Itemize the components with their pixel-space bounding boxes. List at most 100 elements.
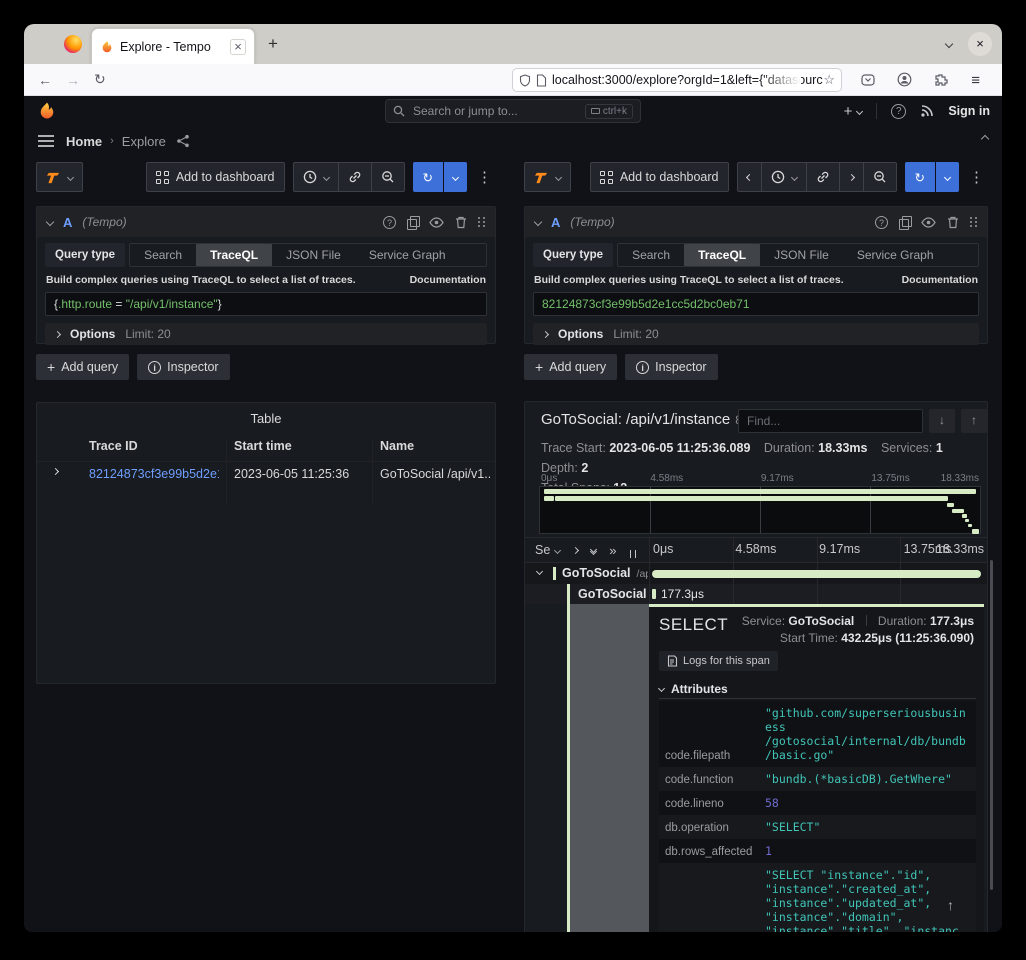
news-rss-icon[interactable] [920, 104, 934, 118]
logs-for-span-button[interactable]: Logs for this span [659, 651, 778, 671]
forward-icon[interactable]: → [66, 72, 80, 88]
table-row[interactable]: 82124873cf3e99b5d2e1... 2023-06-05 11:25… [37, 461, 495, 485]
span-row-root[interactable]: GoToSocial/api/ [525, 563, 987, 584]
drag-handle-icon[interactable] [970, 217, 977, 228]
duplicate-query-icon[interactable] [899, 216, 910, 228]
find-input[interactable] [739, 410, 922, 432]
collapse-query-icon[interactable] [534, 218, 542, 226]
span-bar-select[interactable] [652, 589, 656, 599]
account-icon[interactable] [897, 72, 912, 87]
span-row-select[interactable]: GoToSocial 177.3μs [525, 584, 987, 604]
time-shift-forward[interactable] [839, 162, 864, 192]
duplicate-query-icon[interactable] [407, 216, 418, 228]
search-input[interactable] [411, 103, 585, 119]
query-header-left[interactable]: A (Tempo) ? [37, 207, 495, 237]
extension-puzzle-icon[interactable] [934, 73, 948, 87]
add-to-dashboard-button-right[interactable]: Add to dashboard [590, 162, 729, 192]
inspector-button-right[interactable]: iInspector [625, 354, 717, 380]
copy-time-link-left[interactable] [338, 162, 372, 192]
url-field[interactable]: localhost:3000/explore?orgId=1&left={"da… [512, 68, 842, 92]
expand-all-icon[interactable]: » [609, 543, 616, 558]
drag-handle-icon[interactable] [478, 217, 485, 228]
time-shift-back[interactable] [737, 162, 762, 192]
tab-traceql[interactable]: TraceQL [684, 244, 760, 266]
search-box[interactable]: ctrl+k [385, 99, 641, 123]
tab-json-file[interactable]: JSON File [760, 244, 843, 266]
delete-query-trash-icon[interactable] [455, 216, 467, 229]
query-help-icon[interactable]: ? [875, 216, 888, 229]
tab-search[interactable]: Search [130, 244, 196, 266]
options-row-left[interactable]: Options Limit: 20 [45, 323, 487, 345]
options-row-right[interactable]: Options Limit: 20 [533, 323, 979, 345]
scroll-to-top-icon[interactable]: ↑ [947, 897, 954, 913]
share-icon[interactable] [176, 134, 190, 148]
tab-service-graph[interactable]: Service Graph [355, 244, 460, 266]
tab-close-icon[interactable]: × [230, 39, 246, 55]
traceql-query-input-left[interactable]: {.http.route = "/api/v1/instance"} [45, 292, 487, 316]
list-tabs-icon[interactable] [945, 40, 953, 48]
span-collapse-icon[interactable] [536, 568, 543, 575]
service-operation-dropdown[interactable]: Se [535, 543, 560, 557]
collapse-all-icon[interactable] [591, 547, 596, 554]
attributes-header[interactable]: Attributes [659, 679, 976, 699]
zoom-out-button-left[interactable] [371, 162, 405, 192]
query-help-icon[interactable]: ? [383, 216, 396, 229]
back-icon[interactable]: ← [38, 72, 52, 88]
find-next-button[interactable]: ↑ [961, 409, 987, 433]
new-tab-button[interactable]: + [268, 34, 278, 54]
tab-json-file[interactable]: JSON File [272, 244, 355, 266]
help-icon[interactable]: ? [891, 104, 906, 119]
add-to-dashboard-button-left[interactable]: Add to dashboard [146, 162, 285, 192]
run-query-button-left[interactable]: ↻ [413, 162, 443, 192]
traceql-query-input-right[interactable]: 82124873cf3e99b5d2e1cc5d2bc0eb71 [533, 292, 979, 316]
pane-kebab-right[interactable]: ⋮ [965, 168, 988, 186]
window-close-button[interactable]: × [968, 32, 992, 56]
documentation-link[interactable]: Documentation [410, 274, 486, 286]
tab-traceql[interactable]: TraceQL [196, 244, 272, 266]
add-query-button-right[interactable]: +Add query [524, 354, 617, 380]
scrollbar-thumb[interactable] [990, 560, 993, 890]
breadcrumb-home[interactable]: Home [66, 134, 102, 149]
run-query-interval-right[interactable] [936, 162, 959, 192]
inspector-button-left[interactable]: iInspector [137, 354, 229, 380]
browser-tab[interactable]: Explore - Tempo × [91, 28, 255, 64]
trace-minimap[interactable] [539, 486, 981, 534]
documentation-link[interactable]: Documentation [902, 274, 978, 286]
col-start-time[interactable]: Start time [234, 439, 292, 453]
menu-icon[interactable]: ≡ [971, 72, 980, 89]
span-bar-root[interactable] [652, 570, 981, 578]
hide-query-eye-icon[interactable] [429, 217, 444, 228]
sign-in-button[interactable]: Sign in [948, 104, 990, 118]
trace-id-link[interactable]: 82124873cf3e99b5d2e1... [89, 467, 219, 481]
resize-handle-icon[interactable] [630, 550, 636, 558]
tab-service-graph[interactable]: Service Graph [843, 244, 948, 266]
zoom-out-button-right[interactable] [863, 162, 897, 192]
tab-search[interactable]: Search [618, 244, 684, 266]
bookmark-star-icon[interactable]: ☆ [823, 72, 835, 88]
delete-query-trash-icon[interactable] [947, 216, 959, 229]
grafana-logo[interactable] [37, 101, 57, 121]
row-expander-icon[interactable] [52, 468, 59, 475]
run-query-interval-left[interactable] [444, 162, 467, 192]
datasource-picker-right[interactable] [524, 162, 571, 192]
time-picker-right[interactable] [761, 162, 807, 192]
hide-query-eye-icon[interactable] [921, 217, 936, 228]
expand-one-icon[interactable] [572, 546, 579, 553]
collapse-query-icon[interactable] [46, 218, 54, 226]
collapse-toolbar-icon[interactable] [981, 135, 989, 143]
col-trace-id[interactable]: Trace ID [89, 439, 138, 453]
run-query-button-right[interactable]: ↻ [905, 162, 935, 192]
col-name[interactable]: Name [380, 439, 414, 453]
find-prev-button[interactable]: ↓ [929, 409, 955, 433]
new-menu-button[interactable]: + [844, 103, 863, 120]
reload-icon[interactable]: ↻ [94, 71, 106, 88]
datasource-picker-left[interactable] [36, 162, 83, 192]
time-picker-left[interactable] [293, 162, 339, 192]
pane-kebab-left[interactable]: ⋮ [473, 168, 496, 186]
query-header-right[interactable]: A (Tempo) ? [525, 207, 987, 237]
add-query-button-left[interactable]: +Add query [36, 354, 129, 380]
find-box[interactable] [738, 409, 923, 433]
copy-time-link-right[interactable] [806, 162, 840, 192]
mega-menu-icon[interactable] [38, 135, 54, 147]
pocket-icon[interactable] [861, 73, 875, 87]
